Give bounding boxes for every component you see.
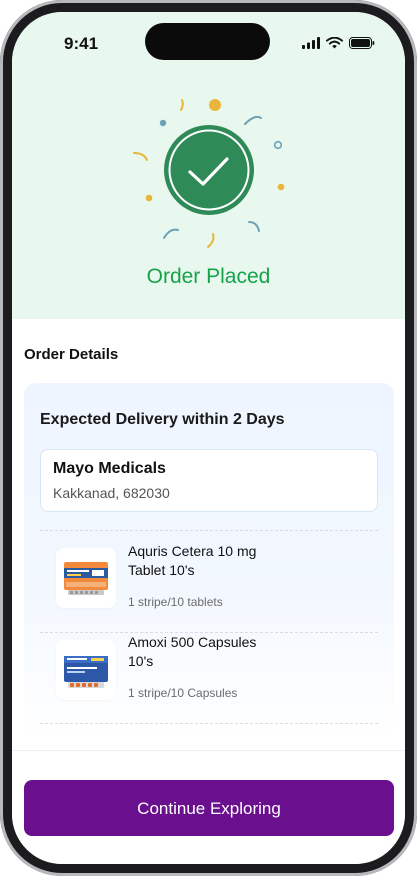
medicine-box-icon (56, 548, 116, 608)
item-quantity: 1 stripe/10 tablets (128, 595, 223, 609)
item-name-line1: Aquris Cetera 10 mg (128, 543, 257, 559)
confetti-dot (277, 183, 285, 191)
phone-frame: 9:41 Order Placed Order Details Expected… (0, 0, 417, 876)
confetti-stroke (133, 152, 148, 161)
confetti-stroke (207, 233, 215, 248)
item-name: Amoxi 500 Capsules 10's (128, 633, 328, 671)
store-name: Mayo Medicals (53, 460, 166, 477)
item-quantity: 1 stripe/10 Capsules (128, 686, 238, 700)
item-name-line1: Amoxi 500 Capsules (128, 634, 257, 650)
delivery-estimate: Expected Delivery within 2 Days (40, 411, 285, 428)
continue-exploring-button[interactable]: Continue Exploring (24, 780, 394, 836)
divider (40, 723, 378, 724)
order-card: Expected Delivery within 2 Days Mayo Med… (24, 383, 394, 738)
success-title: Order Placed (146, 265, 271, 288)
success-header: 9:41 Order Placed (12, 12, 405, 319)
bottom-action-bar: Continue Exploring (12, 750, 405, 864)
item-name-line2: Tablet 10's (128, 562, 195, 578)
confetti-dot (159, 119, 167, 127)
medicine-box-icon (56, 640, 116, 700)
order-item[interactable]: Aquris Cetera 10 mg Tablet 10's 1 stripe… (40, 542, 378, 622)
confetti-stroke (248, 221, 260, 232)
confetti-dot (145, 194, 153, 202)
confetti-ring (273, 140, 283, 150)
store-address: Kakkanad, 682030 (53, 485, 170, 501)
confetti-stroke (180, 99, 184, 111)
store-info: Mayo Medicals Kakkanad, 682030 (40, 449, 378, 512)
screen: 9:41 Order Placed Order Details Expected… (12, 12, 405, 864)
order-details-title: Order Details (24, 346, 119, 363)
confetti-dot (209, 99, 221, 111)
item-name-line2: 10's (128, 653, 154, 669)
confetti-stroke (244, 115, 262, 125)
confetti-stroke (163, 228, 179, 239)
check-circle-icon (164, 125, 254, 215)
order-item[interactable]: Amoxi 500 Capsules 10's 1 stripe/10 Caps… (40, 634, 378, 714)
item-name: Aquris Cetera 10 mg Tablet 10's (128, 542, 328, 580)
divider (40, 530, 378, 531)
